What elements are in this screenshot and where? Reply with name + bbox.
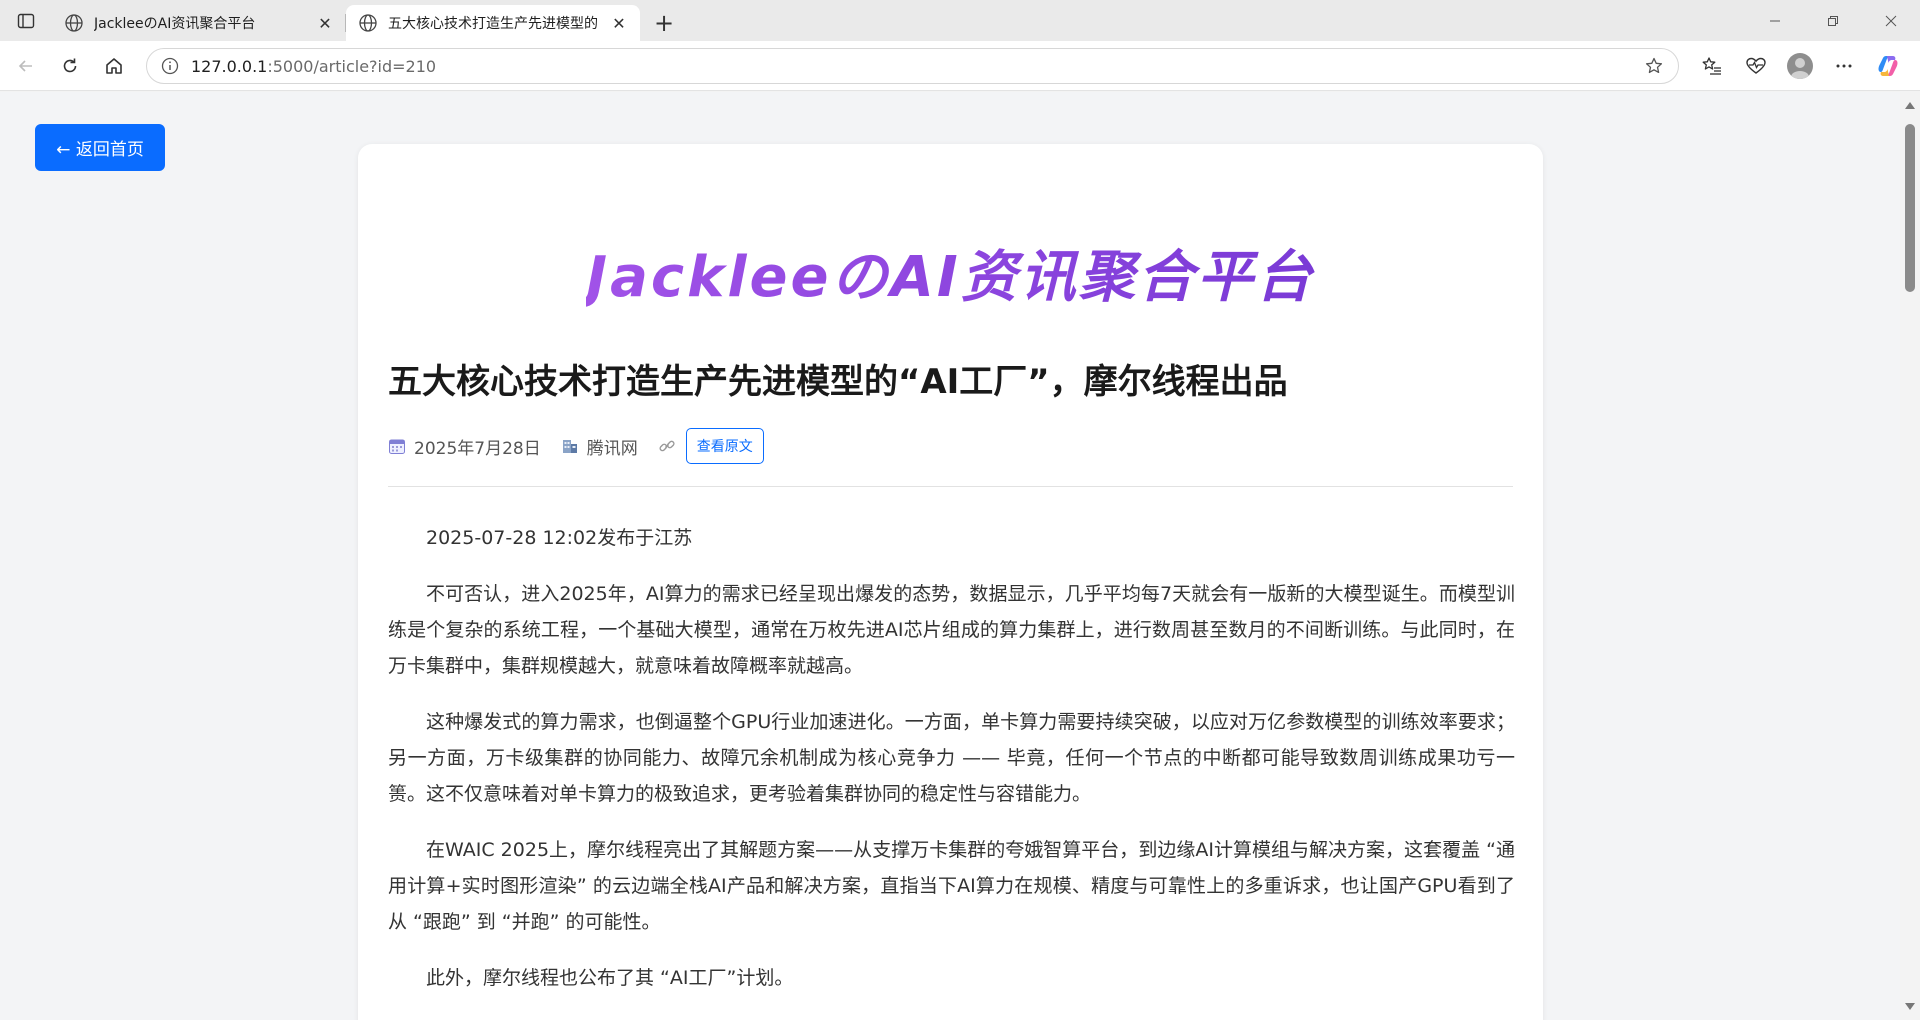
close-icon[interactable]: ✕ <box>314 12 336 34</box>
article-meta: 2025年7月28日 腾讯网 查看原文 <box>388 428 764 464</box>
page-viewport: ← 返回首页 JackleeのAI资讯聚合平台 五大核心技术打造生产先进模型的“… <box>0 92 1920 1020</box>
divider <box>388 486 1513 487</box>
tab-title: 五大核心技术打造生产先进模型的 <box>388 16 598 32</box>
window-controls <box>1746 0 1920 41</box>
article-card: JackleeのAI资讯聚合平台 五大核心技术打造生产先进模型的“AI工厂”，摩… <box>358 144 1543 1020</box>
back-button[interactable] <box>4 48 48 84</box>
browser-toolbar: 127.0.0.1:5000/article?id=210 <box>0 41 1920 91</box>
heart-pulse-icon <box>1746 57 1766 74</box>
globe-icon <box>65 14 83 32</box>
more-icon <box>1836 64 1852 68</box>
url-path: :5000/article?id=210 <box>267 56 437 76</box>
address-bar[interactable]: 127.0.0.1:5000/article?id=210 <box>146 48 1679 84</box>
source-text: 腾讯网 <box>586 438 638 459</box>
copilot-button[interactable] <box>1866 48 1910 84</box>
tab-actions-icon <box>17 13 35 28</box>
avatar <box>1787 53 1813 79</box>
article-paragraph: 2025-07-28 12:02发布于江苏 <box>426 527 693 549</box>
profile-button[interactable] <box>1778 48 1822 84</box>
close-icon <box>1885 15 1897 26</box>
more-button[interactable] <box>1822 48 1866 84</box>
minimize-button[interactable] <box>1746 0 1804 41</box>
meta-date: 2025年7月28日 <box>388 434 541 459</box>
tab-title: JackleeのAI资讯聚合平台 <box>94 16 256 32</box>
tab-strip: JackleeのAI资讯聚合平台 ✕ 五大核心技术打造生产先进模型的 ✕ + <box>0 0 1920 41</box>
date-text: 2025年7月28日 <box>414 438 541 459</box>
info-icon[interactable] <box>159 55 181 77</box>
article-paragraph: 不可否认，进入2025年，AI算力的需求已经呈现出爆发的态势，数据显示，几乎平均… <box>388 583 1515 677</box>
arrow-left-icon <box>18 59 32 72</box>
tab-actions-button[interactable] <box>0 0 52 41</box>
tab-article[interactable]: 五大核心技术打造生产先进模型的 ✕ <box>346 5 640 41</box>
building-icon <box>561 437 579 455</box>
close-window-button[interactable] <box>1862 0 1920 41</box>
copilot-icon <box>1878 56 1898 76</box>
article-title: 五大核心技术打造生产先进模型的“AI工厂”，摩尔线程出品 <box>388 362 1288 402</box>
favorites-button[interactable] <box>1690 48 1734 84</box>
health-button[interactable] <box>1734 48 1778 84</box>
restore-button[interactable] <box>1804 0 1862 41</box>
url-host: 127.0.0.1 <box>191 56 268 76</box>
refresh-button[interactable] <box>48 48 92 84</box>
globe-icon <box>359 14 377 32</box>
new-tab-button[interactable]: + <box>644 5 684 41</box>
article-paragraph: 这种爆发式的算力需求，也倒逼整个GPU行业加速进化。一方面，单卡算力需要持续突破… <box>388 711 1515 805</box>
plus-icon: + <box>653 9 675 37</box>
scroll-down-arrow-icon[interactable] <box>1905 1003 1915 1010</box>
brand-text: JackleeのAI资讯聚合平台 <box>586 245 1315 310</box>
back-home-button[interactable]: ← 返回首页 <box>35 124 165 171</box>
minimize-icon <box>1770 20 1780 21</box>
view-original-link[interactable]: 查看原文 <box>685 428 764 464</box>
toolbar-right <box>1690 48 1910 84</box>
star-icon[interactable] <box>1636 51 1672 81</box>
scroll-thumb[interactable] <box>1905 124 1915 292</box>
article-body: 2025-07-28 12:02发布于江苏 不可否认，进入2025年，AI算力的… <box>388 520 1515 1016</box>
article-paragraph: 在WAIC 2025上，摩尔线程亮出了其解题方案——从支撑万卡集群的夸娥智算平台… <box>388 839 1515 933</box>
link-icon <box>658 437 676 455</box>
refresh-icon <box>63 58 77 72</box>
meta-source: 腾讯网 <box>561 434 638 459</box>
calendar-icon <box>388 437 406 455</box>
tab-home[interactable]: JackleeのAI资讯聚合平台 ✕ <box>52 5 346 41</box>
home-button[interactable] <box>92 48 136 84</box>
favorites-icon <box>1702 57 1721 75</box>
brand-title: JackleeのAI资讯聚合平台 <box>358 232 1543 313</box>
home-icon <box>106 57 122 74</box>
url-text[interactable]: 127.0.0.1:5000/article?id=210 <box>191 57 1636 76</box>
page-scrollbar[interactable] <box>1900 92 1920 1020</box>
article-paragraph: 此外，摩尔线程也公布了其 “AI工厂”计划。 <box>426 967 794 989</box>
close-icon[interactable]: ✕ <box>608 12 630 34</box>
scroll-up-arrow-icon[interactable] <box>1905 102 1915 109</box>
restore-icon <box>1828 15 1838 26</box>
